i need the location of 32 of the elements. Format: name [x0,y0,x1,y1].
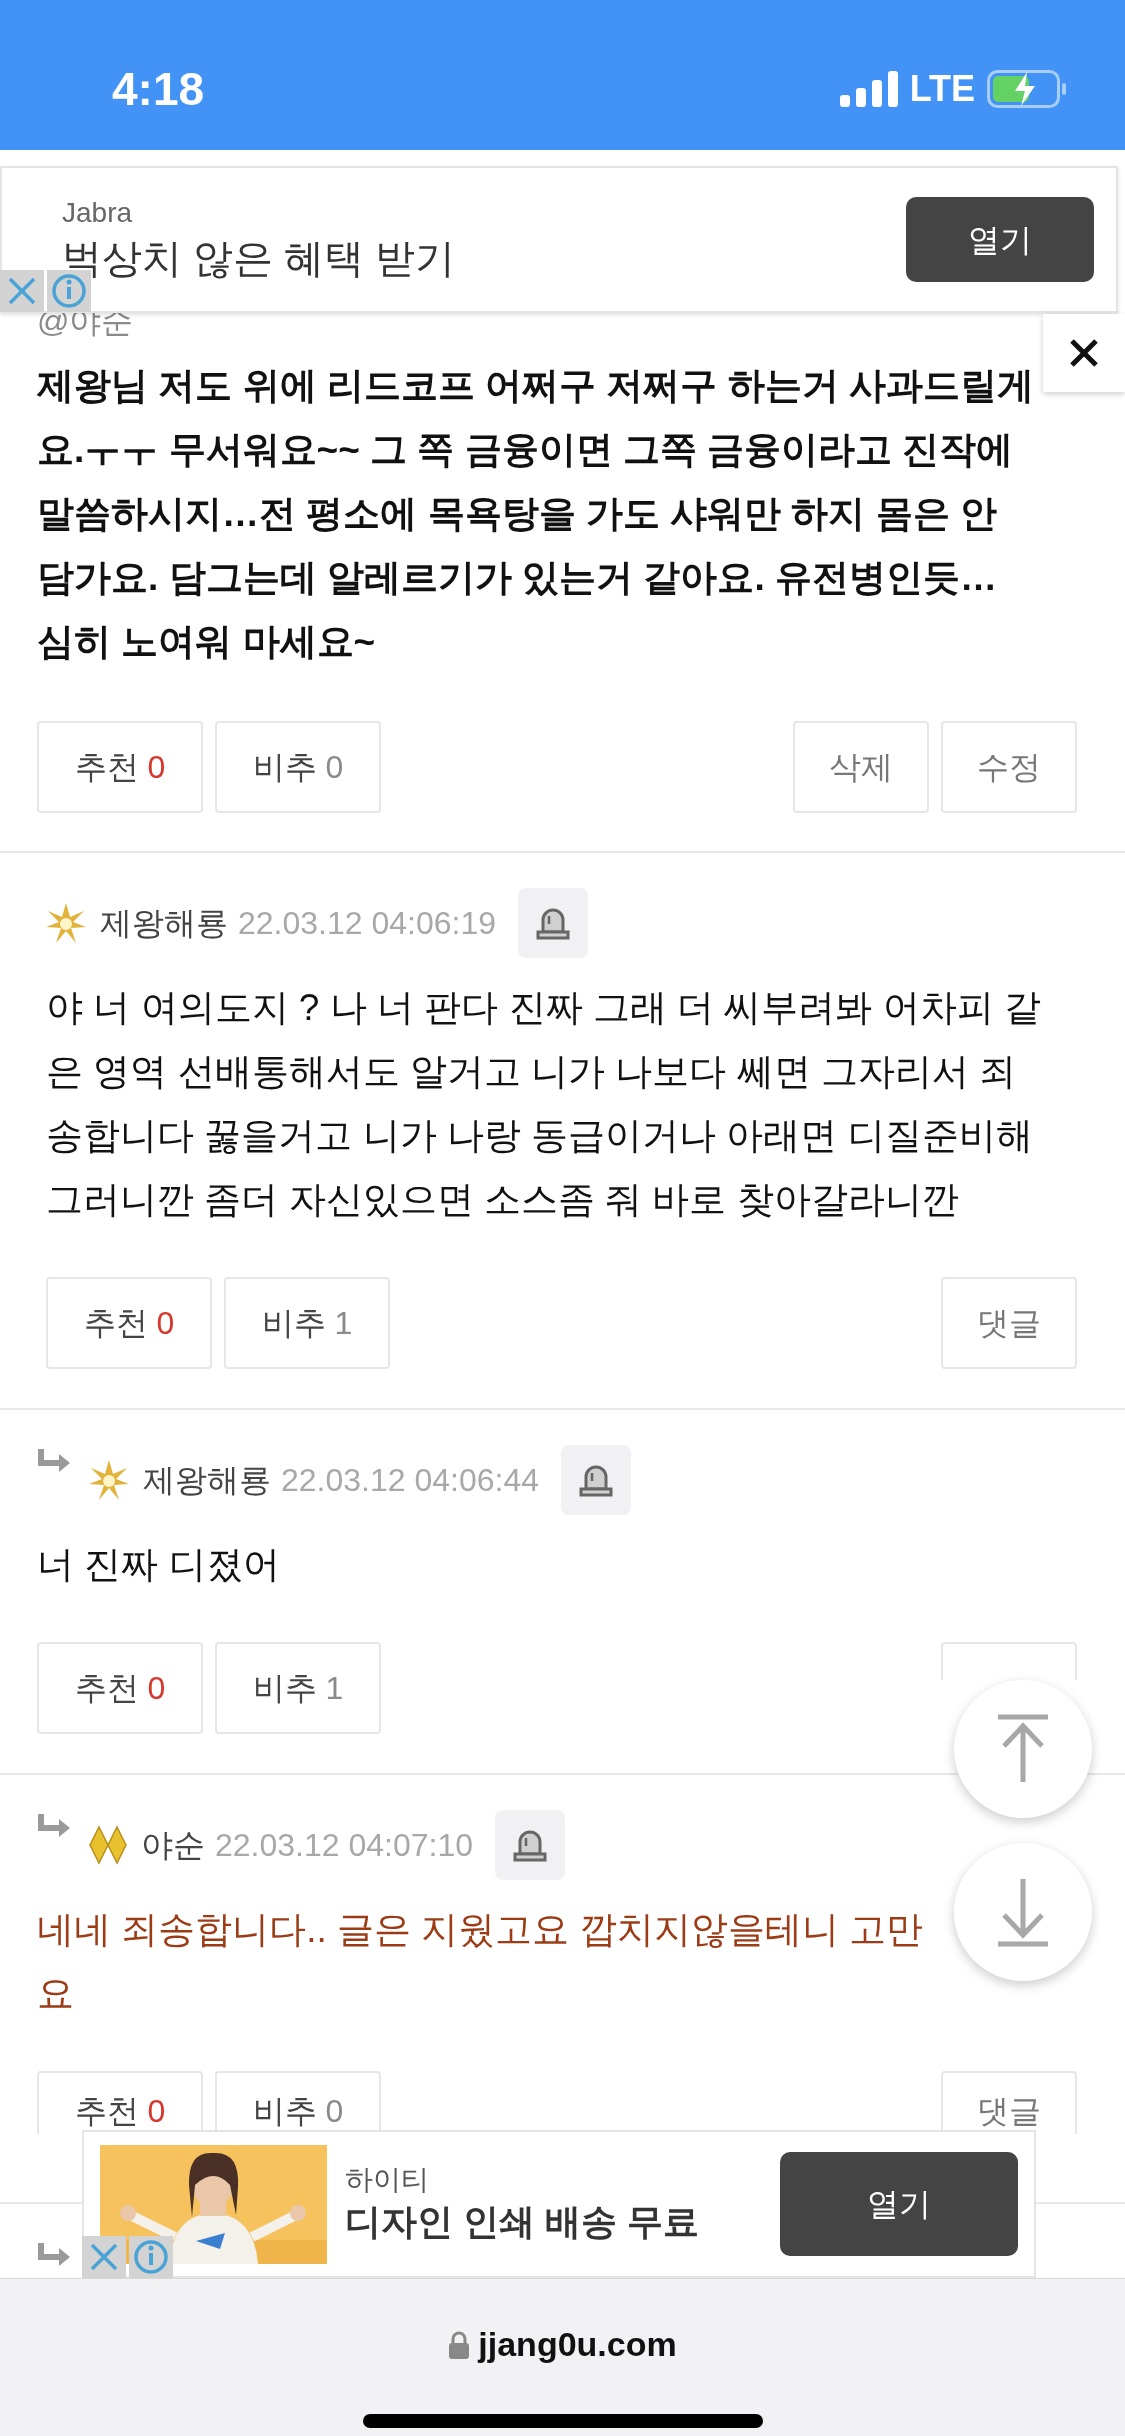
upvote-button[interactable]: 추천 0 [46,1277,212,1369]
comment-action-button[interactable]: 수정 [941,721,1077,813]
ad-advertiser: Jabra [62,195,133,230]
upvote-button[interactable]: 추천 0 [37,1642,203,1734]
ad-banner[interactable]: Jabra 벅상치 않은 혜택 받기 열기 [0,166,1118,313]
comment-date: 22.03.12 04:06:19 [238,904,496,943]
upvote-button[interactable]: 추천 0 [37,721,203,813]
ad-banner[interactable]: 하이티 디자인 인쇄 배송 무료 열기 [82,2130,1036,2278]
comment-action-button[interactable]: 댓글 [941,1277,1077,1369]
comment-date: 22.03.12 04:07:10 [215,1826,473,1865]
upvote-button[interactable]: 추천 0 [37,2071,203,2134]
downvote-button[interactable]: 비추 1 [215,1642,381,1734]
comment-action-button[interactable]: 삭제 [793,721,929,813]
comment-text: 제왕님 저도 위에 리드코프 어쩌구 저쩌구 하는거 사과드릴게 요.ㅜㅜ 무서워요~~ 그 쪽 금융이면 그쪽 금융이라고 진작에 말씀하시지…전 평소에 목욕탕을 가도 샤워만 하지 몸은 안 담가요. 담그는데 알레르기가 있는거 같아요. 유전병인듯… 심히 노여워 마세요~ [37,364,1034,664]
network-label: LTE [909,71,975,107]
downvote-button[interactable]: 비추 0 [215,721,381,813]
comment-text: 네네 죄송합니다.. 글은 지웠고요 깝치지않을테니 고만 요 [37,1908,923,2016]
comment-action-button[interactable]: 댓글 [941,2071,1077,2134]
ad-advertiser: 하이티 [345,2163,429,2197]
author-name[interactable]: 야순 [141,1821,205,1869]
comment-date: 22.03.12 04:06:44 [281,1461,539,1500]
comment-text: 너 진짜 디졌어 [37,1543,280,1587]
downvote-button[interactable]: 비추 1 [224,1277,390,1369]
author-name[interactable]: 제왕해룡 [100,899,228,947]
ad-headline: 디자인 인쇄 배송 무료 [345,2200,699,2244]
ad-open-button[interactable]: 열기 [906,197,1094,282]
author-name[interactable]: 제왕해룡 [143,1456,271,1504]
clock: 4:18 [112,66,205,112]
ad-open-button[interactable]: 열기 [780,2152,1018,2256]
ad-headline: 벅상치 않은 혜택 받기 [62,234,456,282]
comment-text: 야 너 여의도지 ? 나 너 판다 진짜 그래 더 씨부려봐 어차피 같 은 영역 선배통해서도 알거고 니가 나보다 쎄면 그자리서 죄 송합니다 꿇을거고 니가 나랑 동급이거나 아래면 디질준비해 그러니깐 좀더 자신있으면 소스좀 줘 바로 찾아갈라니깐 [46,986,1041,1222]
address-bar[interactable]: jjang0u.com [448,2319,677,2370]
